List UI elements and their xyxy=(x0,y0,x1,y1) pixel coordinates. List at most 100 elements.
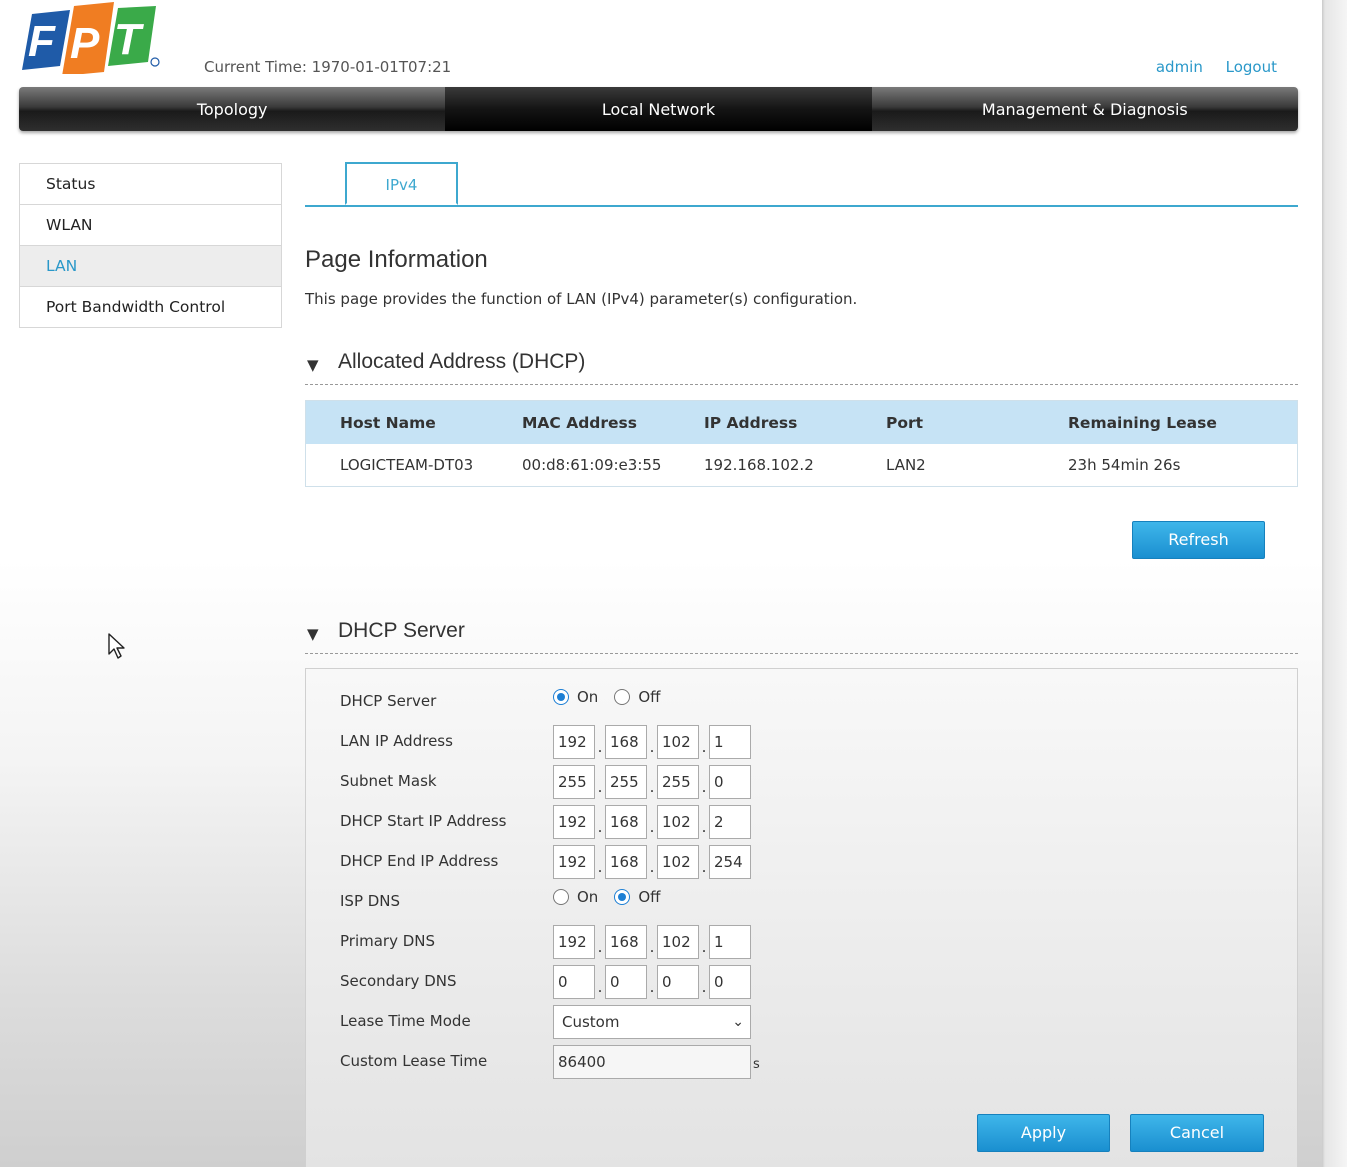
primary-dns-field: 192. 168. 102. 1 xyxy=(553,925,751,959)
col-port: Port xyxy=(852,400,1034,444)
subnet-octet-1[interactable]: 255 xyxy=(553,765,595,799)
secondary-dns-octet-1[interactable]: 0 xyxy=(553,965,595,999)
secondary-dns-octet-4[interactable]: 0 xyxy=(709,965,751,999)
sidebar-item-status[interactable]: Status xyxy=(20,164,281,205)
isp-dns-off-radio[interactable] xyxy=(614,889,631,905)
row-primary-dns: Primary DNS 192. 168. 102. 1 xyxy=(340,925,1240,959)
tab-bar: IPv4 xyxy=(305,162,1298,207)
lan-ip-octet-3[interactable]: 102 xyxy=(657,725,699,759)
table-header-row: Host Name MAC Address IP Address Port Re… xyxy=(305,400,1298,444)
ip-separator: . xyxy=(597,938,603,956)
nav-local-network[interactable]: Local Network xyxy=(445,87,872,131)
isp-dns-on-radio[interactable] xyxy=(553,889,569,905)
col-remaining-lease: Remaining Lease xyxy=(1034,400,1298,444)
nav-topology[interactable]: Topology xyxy=(19,87,445,131)
sidebar-item-port-bandwidth-control[interactable]: Port Bandwidth Control xyxy=(20,287,281,327)
current-time-value: 1970-01-01T07:21 xyxy=(311,58,452,76)
subnet-octet-3[interactable]: 255 xyxy=(657,765,699,799)
main-nav: Topology Local Network Management & Diag… xyxy=(19,87,1298,131)
ip-separator: . xyxy=(701,818,707,836)
col-ip-address: IP Address xyxy=(670,400,852,444)
window-edge xyxy=(1322,0,1347,1167)
svg-text:P: P xyxy=(70,19,100,68)
chevron-down-icon: ⌄ xyxy=(732,1014,744,1030)
start-ip-octet-1[interactable]: 192 xyxy=(553,805,595,839)
cancel-button[interactable]: Cancel xyxy=(1130,1114,1264,1152)
ip-separator: . xyxy=(597,978,603,996)
ip-separator: . xyxy=(649,858,655,876)
secondary-dns-label: Secondary DNS xyxy=(340,972,457,990)
start-ip-octet-2[interactable]: 168 xyxy=(605,805,647,839)
lan-ip-octet-2[interactable]: 168 xyxy=(605,725,647,759)
admin-link[interactable]: admin xyxy=(1156,58,1203,76)
lan-ip-octet-4[interactable]: 1 xyxy=(709,725,751,759)
ip-separator: . xyxy=(701,778,707,796)
end-ip-octet-1[interactable]: 192 xyxy=(553,845,595,879)
row-dhcp-server: DHCP Server On Off xyxy=(340,685,1240,719)
lease-time-mode-select[interactable]: Custom ⌄ xyxy=(553,1005,751,1039)
page-description: This page provides the function of LAN (… xyxy=(305,290,858,308)
isp-dns-off-label: Off xyxy=(638,888,661,906)
row-dhcp-end-ip: DHCP End IP Address 192. 168. 102. 254 xyxy=(340,845,1240,879)
dhcp-end-ip-label: DHCP End IP Address xyxy=(340,852,499,870)
end-ip-octet-4[interactable]: 254 xyxy=(709,845,751,879)
cell-port: LAN2 xyxy=(886,456,926,474)
page-title: Page Information xyxy=(305,246,488,273)
sidebar-item-lan[interactable]: LAN xyxy=(20,246,281,287)
isp-dns-on-label: On xyxy=(577,888,599,906)
logout-link[interactable]: Logout xyxy=(1226,58,1277,76)
fpt-logo: F P T xyxy=(22,2,160,74)
tab-ipv4[interactable]: IPv4 xyxy=(345,162,458,205)
dhcp-server-on-radio[interactable] xyxy=(553,689,569,705)
dhcp-form-panel: DHCP Server On Off LAN IP Address 192. 1… xyxy=(305,668,1298,1167)
cell-ip-address: 192.168.102.2 xyxy=(704,456,814,474)
ip-separator: . xyxy=(701,938,707,956)
secondary-dns-field: 0. 0. 0. 0 xyxy=(553,965,751,999)
primary-dns-octet-4[interactable]: 1 xyxy=(709,925,751,959)
svg-text:F: F xyxy=(28,17,56,66)
lease-time-mode-value: Custom xyxy=(562,1013,620,1031)
apply-button[interactable]: Apply xyxy=(977,1114,1110,1152)
custom-lease-time-input[interactable]: 86400 xyxy=(553,1045,751,1079)
dhcp-start-ip-label: DHCP Start IP Address xyxy=(340,812,507,830)
primary-dns-octet-3[interactable]: 102 xyxy=(657,925,699,959)
ip-separator: . xyxy=(649,778,655,796)
col-host-name: Host Name xyxy=(305,400,488,444)
row-lease-time-mode: Lease Time Mode Custom ⌄ xyxy=(340,1005,1240,1039)
dhcp-start-ip-field: 192. 168. 102. 2 xyxy=(553,805,751,839)
primary-dns-octet-2[interactable]: 168 xyxy=(605,925,647,959)
subnet-mask-label: Subnet Mask xyxy=(340,772,437,790)
secondary-dns-octet-2[interactable]: 0 xyxy=(605,965,647,999)
subnet-octet-2[interactable]: 255 xyxy=(605,765,647,799)
custom-lease-time-unit: s xyxy=(753,1057,760,1072)
custom-lease-time-label: Custom Lease Time xyxy=(340,1052,488,1070)
subnet-mask-field: 255. 255. 255. 0 xyxy=(553,765,751,799)
subnet-octet-4[interactable]: 0 xyxy=(709,765,751,799)
current-time-label: Current Time: xyxy=(204,58,307,76)
refresh-button[interactable]: Refresh xyxy=(1132,521,1265,559)
ip-separator: . xyxy=(701,858,707,876)
lan-ip-octet-1[interactable]: 192 xyxy=(553,725,595,759)
nav-management-diagnosis[interactable]: Management & Diagnosis xyxy=(872,87,1298,131)
sidebar-item-wlan[interactable]: WLAN xyxy=(20,205,281,246)
end-ip-octet-2[interactable]: 168 xyxy=(605,845,647,879)
primary-dns-label: Primary DNS xyxy=(340,932,436,950)
collapse-triangle-icon[interactable]: ▼ xyxy=(307,625,319,643)
dhcp-end-ip-field: 192. 168. 102. 254 xyxy=(553,845,751,879)
dhcp-section-title: DHCP Server xyxy=(338,619,465,642)
end-ip-octet-3[interactable]: 102 xyxy=(657,845,699,879)
dhcp-section-header[interactable]: ▼ DHCP Server xyxy=(305,615,1298,654)
start-ip-octet-4[interactable]: 2 xyxy=(709,805,751,839)
primary-dns-octet-1[interactable]: 192 xyxy=(553,925,595,959)
allocated-section-header[interactable]: ▼ Allocated Address (DHCP) xyxy=(305,346,1298,385)
start-ip-octet-3[interactable]: 102 xyxy=(657,805,699,839)
row-secondary-dns: Secondary DNS 0. 0. 0. 0 xyxy=(340,965,1240,999)
ip-separator: . xyxy=(649,938,655,956)
sidebar: Status WLAN LAN Port Bandwidth Control xyxy=(19,163,282,328)
row-custom-lease-time: Custom Lease Time 86400 s xyxy=(340,1045,1240,1079)
secondary-dns-octet-3[interactable]: 0 xyxy=(657,965,699,999)
row-dhcp-start-ip: DHCP Start IP Address 192. 168. 102. 2 xyxy=(340,805,1240,839)
dhcp-server-off-radio[interactable] xyxy=(614,689,631,705)
current-time: Current Time: 1970-01-01T07:21 xyxy=(204,58,451,76)
collapse-triangle-icon[interactable]: ▼ xyxy=(307,356,319,374)
